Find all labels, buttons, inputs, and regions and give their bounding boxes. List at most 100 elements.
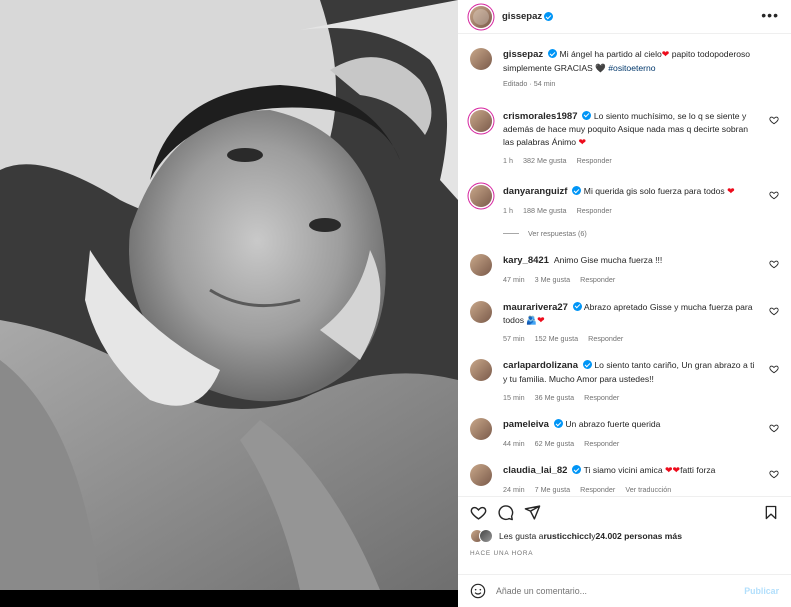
add-comment-bar: Publicar	[458, 574, 791, 607]
commenter-username[interactable]: kary_8421	[503, 255, 549, 266]
comment-likes[interactable]: 188 Me gusta	[523, 205, 567, 218]
caption-username[interactable]: gissepaz	[503, 49, 543, 60]
comment-time[interactable]: 1 h	[503, 155, 513, 168]
reply-button[interactable]: Responder	[577, 155, 612, 168]
commenter-username[interactable]: pameleiva	[503, 419, 549, 430]
more-icon[interactable]: •••	[761, 8, 779, 22]
hashtag-link[interactable]: #ositoeterno	[608, 63, 655, 73]
liker-avatars	[470, 529, 493, 543]
comment-time[interactable]: 1 h	[503, 205, 513, 218]
comment-text-end: fatti forza	[680, 465, 716, 476]
comment-item: danyaranguizf Mi querida gis solo fuerza…	[470, 185, 779, 217]
emoji-icon[interactable]	[470, 583, 486, 599]
view-replies-button[interactable]: Ver respuestas (6)	[503, 229, 779, 238]
liker-username[interactable]: rusticchiccl	[543, 531, 591, 541]
likes-count[interactable]: 24.002 personas más	[596, 531, 682, 541]
hug-emoji: 🫂	[526, 315, 538, 326]
view-replies-label[interactable]: Ver respuestas (6)	[528, 229, 587, 238]
reply-button[interactable]: Responder	[580, 484, 615, 496]
edited-label: Editado · 54 min	[503, 79, 556, 89]
comment-likes[interactable]: 62 Me gusta	[535, 438, 575, 451]
like-comment-heart-icon[interactable]	[769, 190, 779, 200]
photo-illustration	[0, 0, 458, 590]
commenter-avatar[interactable]	[470, 185, 492, 208]
translate-button[interactable]: Ver traducción	[625, 484, 671, 496]
post-side-panel: gissepaz ••• gissepaz Mi ángel ha partid…	[458, 0, 791, 607]
red-heart-emoji: ❤	[578, 136, 587, 147]
commenter-avatar[interactable]	[470, 109, 492, 132]
commenter-avatar[interactable]	[470, 418, 492, 441]
like-comment-heart-icon[interactable]	[769, 364, 779, 374]
likes-summary[interactable]: Les gusta a rusticchiccl y 24.002 person…	[470, 529, 779, 543]
verified-icon	[582, 360, 592, 370]
author-username[interactable]: gissepaz	[502, 11, 542, 22]
commenter-username[interactable]: claudia_lai_82	[503, 465, 567, 476]
reply-button[interactable]: Responder	[584, 438, 619, 451]
reply-button[interactable]: Responder	[577, 205, 612, 218]
liker-avatar	[479, 529, 493, 543]
author-avatar[interactable]	[470, 48, 492, 70]
post-photo[interactable]	[0, 0, 458, 590]
comment-item: claudia_lai_82 Ti siamo vicini amica ❤❤f…	[470, 464, 779, 496]
verified-icon	[582, 110, 592, 120]
verified-icon	[572, 301, 582, 311]
like-comment-heart-icon[interactable]	[769, 306, 779, 316]
post-time[interactable]: HACE UNA HORA	[470, 550, 779, 557]
post-actions: Les gusta a rusticchiccl y 24.002 person…	[458, 496, 791, 570]
red-heart-emoji: ❤	[727, 186, 735, 197]
black-heart-emoji: 🖤	[595, 62, 606, 73]
likes-prefix: Les gusta a	[499, 531, 544, 541]
author-avatar[interactable]	[470, 5, 492, 28]
like-comment-heart-icon[interactable]	[769, 115, 779, 125]
like-comment-heart-icon[interactable]	[769, 469, 779, 479]
comment-time[interactable]: 15 min	[503, 392, 525, 405]
verified-icon	[548, 49, 558, 58]
red-heart-emoji: ❤❤	[665, 465, 681, 476]
comment-item: maurarivera27 Abrazo apretado Gisse y mu…	[470, 300, 779, 346]
commenter-avatar[interactable]	[470, 300, 492, 323]
comment-likes[interactable]: 382 Me gusta	[523, 155, 567, 168]
reply-button[interactable]: Responder	[580, 274, 615, 287]
verified-icon	[544, 12, 554, 21]
verified-icon	[572, 186, 582, 196]
comment-text: Mi querida gis solo fuerza para todos	[583, 186, 725, 197]
comment-icon[interactable]	[497, 504, 514, 521]
commenter-avatar[interactable]	[470, 464, 492, 487]
reply-button[interactable]: Responder	[584, 392, 619, 405]
comments-list[interactable]: gissepaz Mi ángel ha partido al cielo ❤ p…	[458, 34, 791, 496]
commenter-avatar[interactable]	[470, 254, 492, 277]
comment-item: crismorales1987 Lo siento muchísimo, se …	[470, 109, 779, 168]
save-icon[interactable]	[763, 504, 779, 521]
post-header: gissepaz •••	[458, 0, 791, 34]
comment-time[interactable]: 44 min	[503, 438, 525, 451]
comment-time[interactable]: 24 min	[503, 484, 525, 496]
comment-text: Ti siamo vicini amica	[583, 465, 663, 476]
comment-time[interactable]: 57 min	[503, 333, 525, 346]
comment-input[interactable]	[496, 586, 745, 596]
comment-text: Un abrazo fuerte querida	[565, 419, 661, 430]
comment-likes[interactable]: 152 Me gusta	[535, 333, 579, 346]
comment-item: kary_8421 Animo Gise mucha fuerza !!! 47…	[470, 254, 779, 286]
comment-likes[interactable]: 36 Me gusta	[535, 392, 575, 405]
replies-divider	[503, 233, 519, 235]
post-caption: gissepaz Mi ángel ha partido al cielo❤ p…	[470, 48, 779, 91]
verified-icon	[572, 465, 582, 475]
commenter-username[interactable]: maurarivera27	[503, 302, 568, 313]
comment-likes[interactable]: 7 Me gusta	[535, 484, 571, 496]
comment-likes[interactable]: 3 Me gusta	[535, 274, 571, 287]
reply-button[interactable]: Responder	[588, 333, 623, 346]
heart-icon[interactable]	[470, 504, 487, 521]
verified-icon	[553, 419, 563, 429]
commenter-username[interactable]: crismorales1987	[503, 111, 577, 122]
post-comment-button[interactable]: Publicar	[744, 586, 779, 596]
red-heart-emoji: ❤	[537, 315, 545, 326]
commenter-avatar[interactable]	[470, 359, 492, 382]
like-comment-heart-icon[interactable]	[769, 259, 779, 269]
commenter-username[interactable]: danyaranguizf	[503, 186, 567, 197]
share-icon[interactable]	[524, 504, 541, 521]
comment-item: pameleiva Un abrazo fuerte querida 44 mi…	[470, 418, 779, 450]
like-comment-heart-icon[interactable]	[769, 423, 779, 433]
comment-time[interactable]: 47 min	[503, 274, 525, 287]
comment-item: carlapardolizana Lo siento tanto cariño,…	[470, 359, 779, 404]
commenter-username[interactable]: carlapardolizana	[503, 360, 578, 371]
